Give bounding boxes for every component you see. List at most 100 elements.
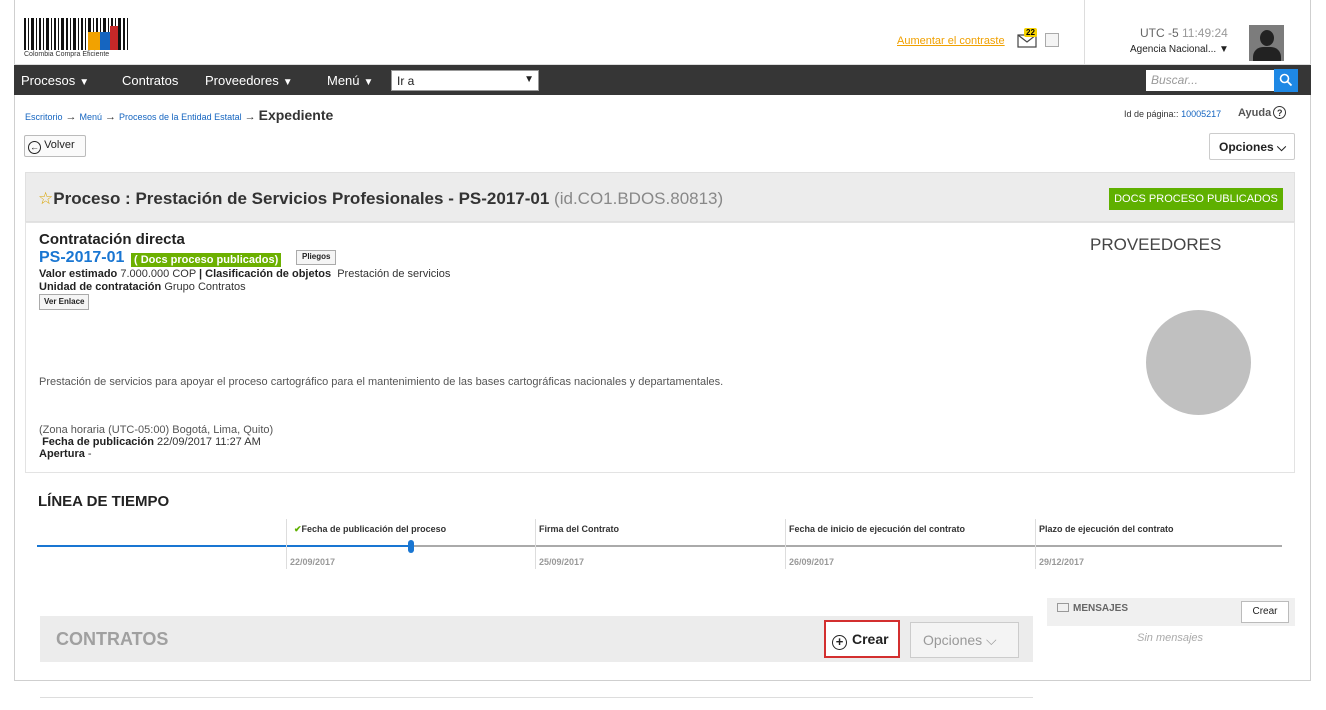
valor-label: Valor estimado [39,268,118,280]
chevron-down-icon: ⌵ [986,632,997,648]
timezone-block: (Zona horaria (UTC-05:00) Bogotá, Lima, … [39,424,273,460]
brand-logo: Colombia Compra Eficiente [24,18,149,62]
timeline-track [410,545,1282,547]
nav-label: Procesos [21,73,76,88]
process-title-text: Proceso : Prestación de Servicios Profes… [53,189,550,208]
apertura-value: - [87,448,92,460]
create-message-button[interactable]: Crear [1241,601,1289,623]
logo-caption: Colombia Compra Eficiente [24,51,110,58]
timeline-step-label: Plazo de ejecución del contrato [1039,524,1174,534]
apertura-label: Apertura [39,448,85,460]
plus-circle-icon: + [832,635,847,650]
unidad-value: Grupo Contratos [164,281,246,293]
caret-down-icon: ▼ [524,74,534,85]
publication-line: Fecha de publicación 22/09/2017 11:27 AM [39,436,273,448]
timeline-step-date: 22/09/2017 [290,557,336,567]
caret-down-icon: ▼ [79,77,90,88]
messages-empty: Sin mensajes [1137,632,1204,644]
view-link-button[interactable]: Ver Enlace [39,294,90,310]
timeline-step-label: Firma del Contrato [539,524,620,534]
pub-value: 22/09/2017 11:27 AM [156,436,261,448]
value-line: Valor estimado 7.000.000 COP | Clasifica… [39,268,450,280]
goto-value: Ir a [397,74,415,88]
breadcrumb: Escritorio → Menú → Procesos de la Entidad E… [25,107,333,123]
published-badge: ( Docs proceso publicados) [131,253,282,267]
arrow-right-icon: → [65,111,77,123]
arrow-left-circle-icon: ← [28,141,41,154]
timeline-step-label: Fecha de inicio de ejecución del contrat… [789,524,966,534]
valor-value: 7.000.000 COP [120,268,196,280]
pliegos-button[interactable]: Pliegos [296,250,337,265]
contract-type: Contratación directa [39,231,185,248]
contracts-title: CONTRATOS [56,629,169,649]
timeline-divider [1035,519,1036,569]
providers-chart [1146,310,1251,415]
timeline-step-label: ✔Fecha de publicación del proceso [294,524,447,534]
caret-down-icon: ▼ [282,77,293,88]
nav-proveedores[interactable]: Proveedores ▼ [205,73,293,88]
top-bar [14,0,1311,65]
search-input[interactable]: Buscar... [1146,70,1274,91]
timeline-step-date: 25/09/2017 [539,557,585,567]
star-icon[interactable]: ☆ [38,189,53,208]
breadcrumb-menu[interactable]: Menú [80,112,103,122]
chevron-down-icon: ⌵ [1277,140,1287,154]
process-code[interactable]: PS-2017-01 [39,249,124,267]
breadcrumb-escritorio[interactable]: Escritorio [25,112,63,122]
utc-label: UTC -5 [1140,26,1179,40]
help-label: Ayuda [1238,107,1272,119]
clasif-value: Prestación de servicios [337,268,451,280]
timeline-title: LÍNEA DE TIEMPO [38,493,170,510]
nav-procesos[interactable]: Procesos ▼ [21,73,89,88]
arrow-right-icon: → [105,111,117,123]
page-id: Id de página:: 10005217 [1124,109,1221,119]
goto-select[interactable]: Ir a ▼ [391,70,539,91]
messages-title: MENSAJES [1057,603,1128,614]
nav-label: Contratos [122,73,179,88]
providers-title: PROVEEDORES [1090,235,1222,254]
agency-selector[interactable]: Agencia Nacional... ▼ [1130,44,1229,55]
process-description: Prestación de servicios para apoyar el p… [39,376,724,388]
help-link[interactable]: Ayuda? [1238,106,1287,119]
contracts-options-button[interactable]: Opciones ⌵ [910,622,1019,658]
options-label: Opciones [923,632,983,648]
timeline-step-date: 29/12/2017 [1039,557,1085,567]
create-contract-button[interactable]: + Crear [824,620,900,658]
create-label: Crear [852,631,889,647]
header-divider [1084,0,1085,65]
back-label: Volver [44,139,75,151]
unit-line: Unidad de contratación Grupo Contratos [39,281,246,293]
caret-down-icon: ▼ [363,77,374,88]
page-id-label: Id de página:: [1124,109,1179,119]
mail-count-badge: 22 [1024,28,1037,37]
unidad-label: Unidad de contratación [39,281,162,293]
caret-down-icon: ▼ [1218,44,1229,55]
breadcrumb-procesos[interactable]: Procesos de la Entidad Estatal [119,112,242,122]
arrow-right-icon: → [244,111,256,123]
timeline-step-date: 26/09/2017 [789,557,835,567]
agency-name: Agencia Nacional... [1130,44,1217,55]
options-label: Opciones [1219,140,1274,154]
barcode-logo-icon [24,18,128,50]
footer-divider [40,697,1033,698]
back-button[interactable]: ← Volver [24,135,86,157]
page-id-value: 10005217 [1181,109,1222,119]
nav-label: Proveedores [205,73,279,88]
check-icon: ✔ [294,524,302,534]
question-icon: ? [1273,106,1287,119]
options-button[interactable]: Opciones ⌵ [1209,133,1295,160]
clasif-label: | Clasificación de objetos [199,268,332,280]
contrast-link[interactable]: Aumentar el contraste [897,35,1005,47]
pub-label: Fecha de publicación [42,436,154,448]
nav-menu[interactable]: Menú ▼ [327,73,373,88]
envelope-icon [1057,603,1069,612]
search-button[interactable] [1274,69,1298,92]
nav-contratos[interactable]: Contratos [122,73,178,88]
status-badge: DOCS PROCESO PUBLICADOS [1109,188,1283,210]
document-icon[interactable] [1045,33,1059,47]
timeline-divider [286,519,287,569]
user-avatar[interactable] [1249,25,1284,61]
clock-time: 11:49:24 [1182,26,1228,40]
timeline-marker [408,540,414,553]
timezone-text: (Zona horaria (UTC-05:00) Bogotá, Lima, … [39,424,274,436]
